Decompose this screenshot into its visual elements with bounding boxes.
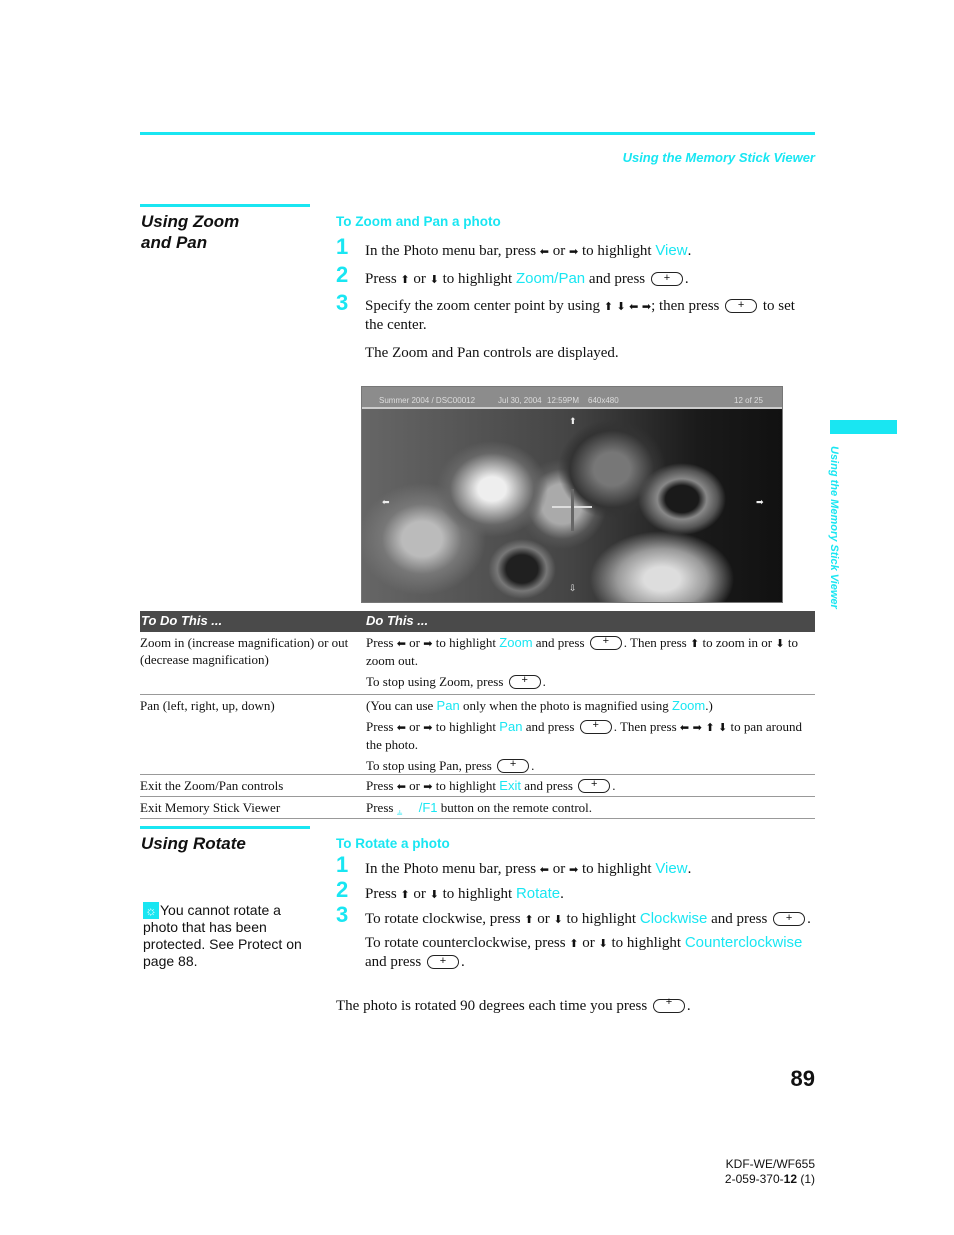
table-row: Zoom in (increase magnification) or out … xyxy=(140,632,815,695)
down-arrow-icon: ⬇ xyxy=(429,888,439,901)
left-arrow-icon: ⬅ xyxy=(396,721,406,734)
zoom-pan-table: To Do This ... Do This ... Zoom in (incr… xyxy=(140,611,815,819)
enter-button-icon xyxy=(508,672,541,690)
down-arrow-icon: ⬇ xyxy=(429,273,439,286)
down-arrow-icon: ⬇ xyxy=(598,937,608,950)
down-arrow-icon: ⬇ xyxy=(553,913,563,926)
table-row: Pan (left, right, up, down) (You can use… xyxy=(140,695,815,775)
direction-arrows-icon: ⬅ ➡ ⬆ ⬇ xyxy=(679,721,728,734)
enter-button-icon xyxy=(579,717,612,735)
right-arrow-icon: ➡ xyxy=(569,863,579,876)
enter-button-icon xyxy=(589,633,622,651)
column-header-to-do: To Do This ... xyxy=(141,613,223,628)
side-tab-marker xyxy=(830,420,897,434)
resolution-label: 640x480 xyxy=(588,396,619,405)
rotate-step-3: 3 To rotate clockwise, press ⬆ or ⬇ to h… xyxy=(336,904,816,972)
table-row: Exit Memory Stick Viewer Press ⫨/F1 butt… xyxy=(140,797,815,819)
right-arrow-icon: ➡ xyxy=(423,780,433,793)
zoom-step-3: 3 Specify the zoom center point by using… xyxy=(336,292,816,335)
table-row: Exit the Zoom/Pan controls Press ⬅ or ➡ … xyxy=(140,775,815,797)
pan-down-arrow-icon: ⇩ xyxy=(569,584,577,594)
right-arrow-icon: ➡ xyxy=(423,721,433,734)
step-number: 1 xyxy=(336,852,349,877)
side-tab-label: Using the Memory Stick Viewer xyxy=(828,446,840,609)
photo-counter: 12 of 25 xyxy=(734,396,763,405)
left-arrow-icon: ⬅ xyxy=(539,245,550,258)
enter-button-icon xyxy=(650,269,683,288)
right-arrow-icon: ➡ xyxy=(569,245,579,258)
section-title-rotate: Using Rotate xyxy=(141,834,246,853)
up-arrow-icon: ⬆ xyxy=(400,888,410,901)
subhead-zoom: To Zoom and Pan a photo xyxy=(336,214,501,229)
step-number: 3 xyxy=(336,902,349,927)
rotate-note: The photo is rotated 90 degrees each tim… xyxy=(336,996,691,1015)
zoom-note: The Zoom and Pan controls are displayed. xyxy=(365,345,619,361)
tip-lightbulb-icon: ☼ xyxy=(143,902,159,919)
highlight-view: View xyxy=(655,242,688,259)
enter-button-icon xyxy=(427,952,459,971)
section-rule-zoom xyxy=(140,204,310,207)
up-arrow-icon: ⬆ xyxy=(400,273,410,286)
pan-up-arrow-icon: ⬆ xyxy=(569,417,577,427)
up-arrow-icon: ⬆ xyxy=(689,637,700,650)
highlight-zoom-pan: Zoom/Pan xyxy=(515,270,586,287)
left-arrow-icon: ⬅ xyxy=(539,863,550,876)
right-arrow-icon: ➡ xyxy=(423,637,433,650)
step-number: 3 xyxy=(336,290,349,315)
left-arrow-icon: ⬅ xyxy=(396,637,406,650)
page-number: 89 xyxy=(790,1066,815,1091)
memory-stick-icon: ⫨ xyxy=(396,806,403,818)
down-arrow-icon: ⬇ xyxy=(775,637,785,650)
running-head: Using the Memory Stick Viewer xyxy=(622,150,815,165)
tip-note: ☼ You cannot rotate a photo that has been… xyxy=(143,902,302,969)
rotate-step-2: 2 Press ⬆ or ⬇ to highlight Rotate. xyxy=(336,877,564,903)
pan-left-arrow-icon: ⬅ xyxy=(382,498,390,508)
table-header: To Do This ... Do This ... xyxy=(140,611,815,632)
pan-right-arrow-icon: ➡ xyxy=(756,498,764,508)
enter-button-icon xyxy=(725,296,758,315)
top-rule xyxy=(140,132,815,135)
enter-button-icon xyxy=(497,756,530,774)
enter-button-icon xyxy=(773,909,806,928)
flower-photo: ⬆ ⇩ ⬅ ➡ xyxy=(362,409,782,602)
column-header-do-this: Do This ... xyxy=(366,613,429,628)
photo-info-bar: Summer 2004 / DSC00012 Jul 30, 2004 12:5… xyxy=(362,387,782,409)
zoom-step-1: 1 In the Photo menu bar, press ⬅ or ➡ to… xyxy=(336,234,692,260)
document-code: 2-059-370-12 (1) xyxy=(724,1172,815,1186)
zoom-pan-screen: Summer 2004 / DSC00012 Jul 30, 2004 12:5… xyxy=(361,386,783,603)
left-arrow-icon: ⬅ xyxy=(396,780,406,793)
zoom-center-crosshair-vertical xyxy=(571,489,574,531)
step-number: 2 xyxy=(336,262,349,287)
direction-arrows-icon: ⬆ ⬇ ⬅ ➡ xyxy=(603,300,652,313)
section-rule-rotate xyxy=(140,826,310,829)
time-label: 12:59PM xyxy=(547,396,580,405)
section-title-zoom: Using Zoom and Pan xyxy=(141,212,240,252)
subhead-rotate: To Rotate a photo xyxy=(336,836,450,851)
album-label: Summer 2004 / DSC00012 xyxy=(379,396,476,405)
step-number: 1 xyxy=(336,234,349,259)
zoom-step-2: 2 Press ⬆ or ⬇ to highlight Zoom/Pan and… xyxy=(336,264,816,289)
model-number: KDF-WE/WF655 xyxy=(725,1157,815,1171)
enter-button-icon xyxy=(652,996,685,1013)
date-label: Jul 30, 2004 xyxy=(498,396,542,405)
up-arrow-icon: ⬆ xyxy=(524,913,534,926)
rotate-step-1: 1 In the Photo menu bar, press ⬅ or ➡ to… xyxy=(336,852,692,878)
step-number: 2 xyxy=(336,877,349,902)
enter-button-icon xyxy=(578,776,611,794)
up-arrow-icon: ⬆ xyxy=(569,937,579,950)
